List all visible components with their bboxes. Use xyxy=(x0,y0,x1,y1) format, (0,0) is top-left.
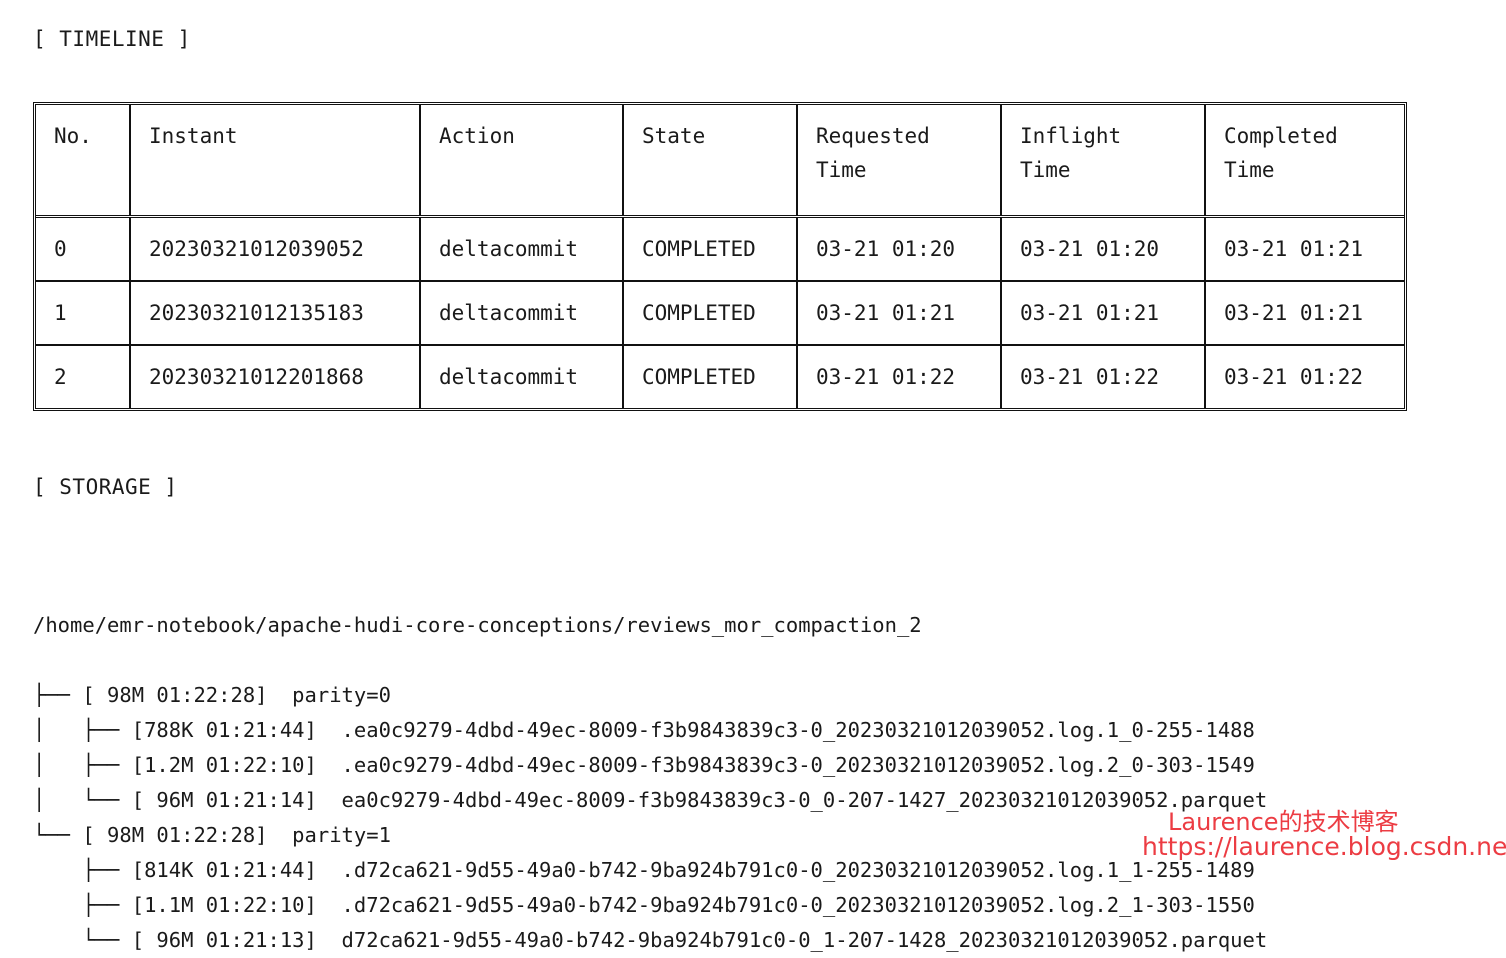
storage-section-heading: [ STORAGE ] xyxy=(33,475,178,499)
timeline-table-head: No. Instant Action State Requested Time … xyxy=(36,105,1405,217)
tree-line: └── [ 96M 01:21:13] d72ca621-9d55-49a0-b… xyxy=(33,928,1268,952)
tree-line: │ ├── [1.2M 01:22:10] .ea0c9279-4dbd-49e… xyxy=(33,753,1255,777)
storage-tree: /home/emr-notebook/apache-hudi-core-conc… xyxy=(33,538,1267,958)
cell-instant: 20230321012135183 xyxy=(130,281,421,346)
column-header-action: Action xyxy=(420,105,624,217)
tree-root-path: /home/emr-notebook/apache-hudi-core-conc… xyxy=(33,613,922,637)
cell-action: deltacommit xyxy=(420,345,624,409)
table-row: 1 20230321012135183 deltacommit COMPLETED 03… xyxy=(36,281,1405,346)
cell-state: COMPLETED xyxy=(623,281,798,346)
timeline-section-heading: [ TIMELINE ] xyxy=(33,27,191,51)
column-header-requested-time: Requested Time xyxy=(797,105,1002,217)
cell-inflight-time: 03-21 01:20 xyxy=(1001,216,1206,282)
cell-completed-time: 03-21 01:22 xyxy=(1224,365,1364,390)
cell-action: deltacommit xyxy=(420,216,624,282)
table-header-row: No. Instant Action State Requested Time … xyxy=(36,105,1405,217)
tree-line: │ ├── [788K 01:21:44] .ea0c9279-4dbd-49e… xyxy=(33,718,1255,742)
timeline-table: No. Instant Action State Requested Time … xyxy=(36,105,1405,409)
tree-line: └── [ 98M 01:22:28] parity=1 xyxy=(33,823,391,847)
table-row: 2 20230321012201868 deltacommit COMPLETED 03… xyxy=(36,345,1405,409)
timeline-table-container: No. Instant Action State Requested Time … xyxy=(33,102,1407,412)
table-row: 0 20230321012039052 deltacommit COMPLETED 03… xyxy=(36,216,1405,282)
cell-requested-time: 03-21 01:22 xyxy=(797,345,1002,409)
cell-action: deltacommit xyxy=(420,281,624,346)
cell-no: 0 xyxy=(36,216,131,282)
tree-line: ├── [1.1M 01:22:10] .d72ca621-9d55-49a0-… xyxy=(33,893,1255,917)
tree-line: ├── [ 98M 01:22:28] parity=0 xyxy=(33,683,391,707)
cell-no: 2 xyxy=(36,345,131,409)
cell-requested-time: 03-21 01:21 xyxy=(797,281,1002,346)
column-header-no: No. xyxy=(36,105,131,217)
column-header-state: State xyxy=(623,105,798,217)
column-header-completed-time: Completed Time xyxy=(1224,124,1338,183)
timeline-table-body: 0 20230321012039052 deltacommit COMPLETED 03… xyxy=(36,216,1405,409)
watermark-url-text: https://laurence.blog.csdn.net xyxy=(1142,832,1506,861)
column-header-instant: Instant xyxy=(130,105,421,217)
cell-requested-time: 03-21 01:20 xyxy=(797,216,1002,282)
cell-instant: 20230321012201868 xyxy=(130,345,421,409)
cell-state: COMPLETED xyxy=(623,216,798,282)
column-header-inflight-time: Inflight Time xyxy=(1001,105,1206,217)
cell-instant: 20230321012039052 xyxy=(130,216,421,282)
cell-inflight-time: 03-21 01:22 xyxy=(1001,345,1206,409)
cell-completed-time: 03-21 01:21 xyxy=(1224,237,1364,262)
cell-no: 1 xyxy=(36,281,131,346)
cell-inflight-time: 03-21 01:21 xyxy=(1001,281,1206,346)
tree-line: ├── [814K 01:21:44] .d72ca621-9d55-49a0-… xyxy=(33,858,1255,882)
cell-completed-time: 03-21 01:21 xyxy=(1224,301,1364,326)
cell-state: COMPLETED xyxy=(623,345,798,409)
tree-line: │ └── [ 96M 01:21:14] ea0c9279-4dbd-49ec… xyxy=(33,788,1268,812)
